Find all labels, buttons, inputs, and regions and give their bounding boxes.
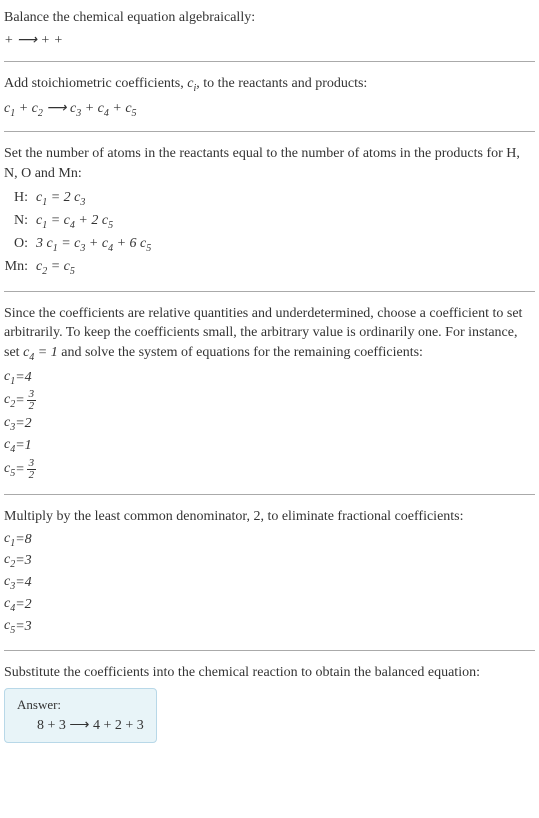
atom-balance-title: Set the number of atoms in the reactants… (4, 144, 535, 183)
arrow-icon: ⟶ (46, 99, 66, 115)
divider (4, 650, 535, 651)
atom-label: H: (4, 187, 36, 208)
divider (4, 291, 535, 292)
eq-c1: c1 (4, 101, 15, 116)
solve-title: Since the coefficients are relative quan… (4, 304, 535, 365)
atom-row-o: O: 3 c1 = c3 + c4 + 6 c5 (4, 233, 535, 256)
solve-var: c4 = 1 (23, 345, 58, 360)
coeff-row: c5 = 32 (4, 457, 535, 482)
atom-equation: c2 = c5 (36, 256, 75, 279)
coeff-var: ci (187, 76, 196, 91)
atom-equation: 3 c1 = c3 + c4 + 6 c5 (36, 233, 151, 256)
coeff-row: c4 = 2 (4, 594, 535, 616)
atom-label: O: (4, 233, 36, 254)
balance-title: Balance the chemical equation algebraica… (4, 8, 535, 28)
coeff-row: c1 = 8 (4, 529, 535, 551)
coeff-row: c2 = 32 (4, 388, 535, 413)
coeff-equation: c1 + c2 ⟶ c3 + c4 + c5 (4, 99, 535, 119)
answer-equation: 8 + 3 ⟶ 4 + 2 + 3 (17, 717, 144, 734)
fraction: 32 (27, 458, 37, 481)
fraction: 32 (27, 389, 37, 412)
coeff-val: 1 (25, 436, 32, 456)
divider (4, 131, 535, 132)
coeff-val: 3 (25, 551, 32, 571)
frac-den: 2 (27, 470, 37, 481)
coeff-row: c3 = 2 (4, 413, 535, 435)
substitute-title: Substitute the coefficients into the che… (4, 663, 535, 683)
coeff-list-integer: c1 = 8 c2 = 3 c3 = 4 c4 = 2 c5 = 3 (4, 529, 535, 638)
initial-equation: + ⟶ + + (4, 32, 535, 49)
eq-c4: c4 (98, 101, 109, 116)
section-atom-balance: Set the number of atoms in the reactants… (4, 144, 535, 278)
coeff-val: 4 (25, 368, 32, 388)
answer-box: Answer: 8 + 3 ⟶ 4 + 2 + 3 (4, 688, 157, 743)
atom-equation: c1 = c4 + 2 c5 (36, 210, 113, 233)
frac-den: 2 (27, 401, 37, 412)
atom-equation: c1 = 2 c3 (36, 187, 85, 210)
solve-text2: and solve the system of equations for th… (58, 345, 423, 360)
coeff-val: 3 (25, 617, 32, 637)
atom-row-n: N: c1 = c4 + 2 c5 (4, 210, 535, 233)
section-add-coefficients: Add stoichiometric coefficients, ci, to … (4, 74, 535, 120)
atom-row-mn: Mn: c2 = c5 (4, 256, 535, 279)
section-solve: Since the coefficients are relative quan… (4, 304, 535, 482)
add-coeff-title: Add stoichiometric coefficients, ci, to … (4, 74, 535, 96)
coeff-val: 8 (25, 530, 32, 550)
atom-label: N: (4, 210, 36, 231)
atom-row-h: H: c1 = 2 c3 (4, 187, 535, 210)
add-coeff-text2: , to the reactants and products: (196, 76, 367, 91)
divider (4, 494, 535, 495)
eq-c3: c3 (70, 101, 81, 116)
coeff-row: c1 = 4 (4, 367, 535, 389)
eq-c5: c5 (125, 101, 136, 116)
answer-label: Answer: (17, 697, 144, 713)
coeff-val: 4 (25, 573, 32, 593)
coeff-row: c5 = 3 (4, 616, 535, 638)
coeff-row: c2 = 3 (4, 550, 535, 572)
multiply-title: Multiply by the least common denominator… (4, 507, 535, 527)
add-coeff-text1: Add stoichiometric coefficients, (4, 76, 187, 91)
coeff-list-fractional: c1 = 4 c2 = 32 c3 = 2 c4 = 1 c5 = 32 (4, 367, 535, 482)
coeff-val: 2 (25, 595, 32, 615)
section-balance-intro: Balance the chemical equation algebraica… (4, 8, 535, 49)
coeff-row: c3 = 4 (4, 572, 535, 594)
atoms-table: H: c1 = 2 c3 N: c1 = c4 + 2 c5 O: 3 c1 =… (4, 187, 535, 278)
section-substitute: Substitute the coefficients into the che… (4, 663, 535, 744)
coeff-val: 2 (25, 414, 32, 434)
section-multiply: Multiply by the least common denominator… (4, 507, 535, 638)
atom-label: Mn: (4, 256, 36, 277)
divider (4, 61, 535, 62)
eq-c2: c2 (32, 101, 43, 116)
coeff-row: c4 = 1 (4, 435, 535, 457)
